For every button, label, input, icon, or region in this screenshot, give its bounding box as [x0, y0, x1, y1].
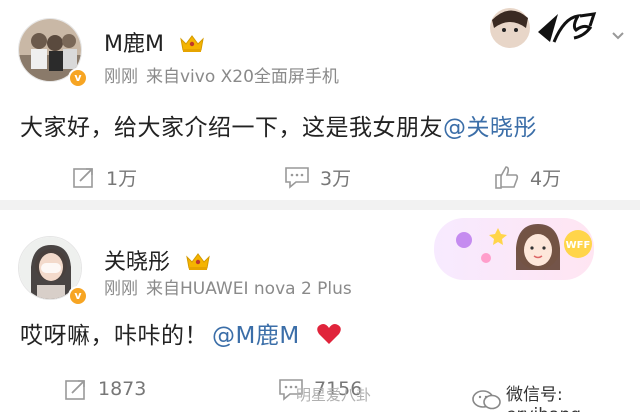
username[interactable]: M鹿M [104, 26, 205, 58]
fan-badge-banner [490, 8, 597, 48]
more-icon[interactable] [610, 28, 626, 44]
wechat-id: 微信号: eryibang [472, 380, 640, 412]
watermark-text: 明星爱八卦 [296, 386, 372, 404]
repost-button[interactable]: 1873 [64, 374, 146, 404]
comment-count: 3万 [320, 167, 352, 190]
heart-icon [316, 324, 341, 344]
repost-count: 1万 [106, 167, 138, 190]
mention-link[interactable]: @关晓彤 [443, 115, 537, 141]
avatar-luhan[interactable]: v [18, 18, 88, 88]
like-icon [495, 166, 519, 189]
post-source[interactable]: 来自vivo X20全面屏手机 [146, 67, 339, 87]
wechat-id-text: 微信号: eryibang [506, 385, 581, 412]
like-count: 4万 [530, 167, 562, 190]
post-content-text: 哎呀嘛，咔咔的！ [20, 323, 208, 349]
post-content: 哎呀嘛，咔咔的！ @M鹿M [20, 316, 342, 350]
post-meta: 刚刚 来自HUAWEI nova 2 Plus [104, 274, 352, 299]
mention-link[interactable]: @M鹿M [212, 323, 300, 349]
post-content: 大家好，给大家介绍一下，这是我女朋友@关晓彤 [20, 108, 537, 142]
comment-icon [285, 167, 309, 189]
comment-button[interactable]: 3万 [284, 162, 351, 192]
post-divider [0, 200, 640, 210]
repost-icon [65, 380, 85, 400]
verified-badge: v [68, 286, 88, 306]
post-content-text: 大家好，给大家介绍一下，这是我女朋友 [20, 115, 443, 141]
repost-count: 1873 [98, 378, 147, 400]
action-bar: 1万 3万 4万 [0, 162, 640, 192]
fan-badge-art: WFF [456, 224, 592, 270]
watermark: 明星爱八卦 [296, 384, 371, 405]
username-text: M鹿M [104, 32, 164, 57]
fan-badge-banner: WFF [434, 218, 594, 280]
post-time: 刚刚 [104, 279, 138, 299]
post-source[interactable]: 来自HUAWEI nova 2 Plus [146, 279, 352, 299]
weibo-post-luhan: v M鹿M 刚刚 来自vivo X20全面屏手机 大家好，给大家介绍一下，这是我女… [0, 0, 640, 200]
username-text: 关晓彤 [104, 250, 171, 275]
repost-button[interactable]: 1万 [72, 162, 137, 192]
crown-icon [186, 253, 210, 270]
post-meta: 刚刚 来自vivo X20全面屏手机 [104, 62, 339, 87]
verified-badge: v [68, 68, 88, 88]
crown-icon [180, 35, 204, 52]
username[interactable]: 关晓彤 [104, 244, 211, 276]
fan-badge-text: WFF [566, 240, 591, 251]
post-time: 刚刚 [104, 67, 138, 87]
wechat-icon [472, 389, 502, 412]
avatar-guanxiaotong[interactable]: v [18, 236, 88, 306]
repost-icon [73, 168, 93, 188]
like-button[interactable]: 4万 [494, 162, 561, 192]
